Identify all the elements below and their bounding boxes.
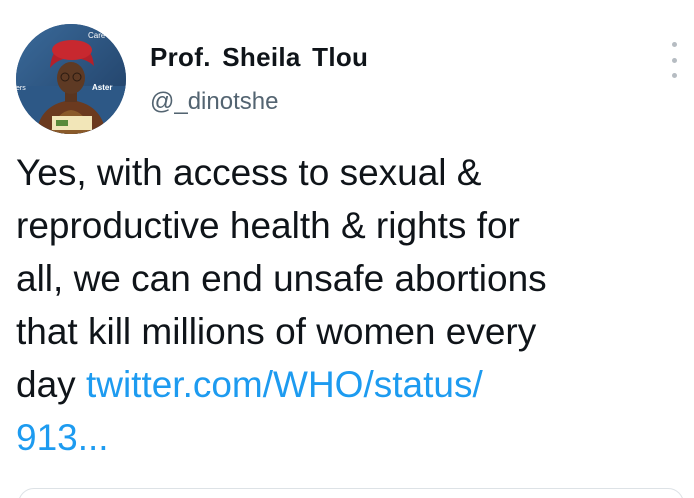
avatar-text-aster: Aster <box>92 83 112 92</box>
quoted-card-edge[interactable] <box>18 488 684 498</box>
tweet-link[interactable]: twitter.com/WHO/status/ <box>86 364 483 405</box>
dot <box>671 57 677 63</box>
tweet-text: Yes, with access to sexual & reproductiv… <box>16 146 686 464</box>
tweet-text-line: reproductive health & rights for <box>16 205 520 246</box>
tweet-text-line-last: day twitter.com/WHO/status/ <box>16 358 686 411</box>
display-name[interactable]: Prof. Sheila Tlou <box>150 42 368 73</box>
avatar[interactable]: Care ers Aster <box>16 24 126 134</box>
tweet-link-continuation[interactable]: 913... <box>16 411 686 464</box>
dot <box>671 42 677 47</box>
dot <box>671 73 677 78</box>
tweet-text-line: that kill millions of women every <box>16 311 537 352</box>
more-options-icon[interactable] <box>664 42 684 78</box>
avatar-text-care: Care <box>88 31 106 40</box>
tweet: Care ers Aster Prof. Sheila Tlou @_dinot… <box>0 0 694 498</box>
avatar-image: Care ers Aster <box>16 24 126 134</box>
tweet-text-prefix: day <box>16 364 86 405</box>
tweet-text-line: all, we can end unsafe abortions <box>16 258 547 299</box>
user-handle[interactable]: @_dinotshe <box>150 88 278 116</box>
tweet-text-line: Yes, with access to sexual & <box>16 152 482 193</box>
avatar-text-ers: ers <box>16 85 26 92</box>
